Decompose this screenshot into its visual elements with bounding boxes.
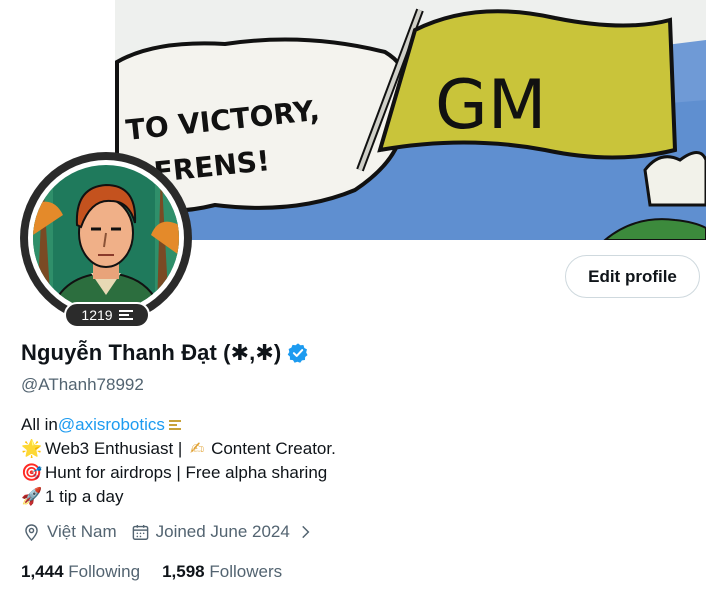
profile-name-row: Nguyễn Thanh Đạt (✱,✱) — [21, 340, 309, 366]
bio-line3-text: Hunt for airdrops | Free alpha sharing — [45, 463, 328, 482]
writing-hand-icon: ✍ — [189, 439, 205, 459]
profile-name: Nguyễn Thanh Đạt (✱,✱) — [21, 340, 282, 365]
avatar-badge: 1219 — [64, 302, 150, 328]
bio-line1-prefix: All in — [21, 415, 58, 434]
bio-line-4: 🚀 1 tip a day — [21, 485, 336, 509]
location-pin-icon — [25, 523, 38, 541]
avatar[interactable]: 1219 — [20, 152, 192, 328]
verified-badge-icon[interactable] — [287, 342, 309, 364]
bio-line4-text: 1 tip a day — [45, 487, 124, 506]
banner-flag-text: GM — [435, 66, 546, 145]
joined-text: Joined June 2024 — [155, 522, 290, 541]
followers-count: 1,598 — [162, 562, 205, 581]
target-icon: 🎯 — [21, 463, 43, 483]
joined-item[interactable]: Joined June 2024 — [131, 522, 314, 542]
profile-handle: @AThanh78992 — [21, 375, 144, 394]
stack-icon — [118, 310, 133, 320]
bio-line-1: All in @axisrobotics — [21, 413, 336, 437]
star-icon: 🌟 — [21, 439, 43, 459]
location-item: Việt Nam — [22, 522, 117, 542]
bio-line-2: 🌟 Web3 Enthusiast | ✍ Content Creator. — [21, 437, 336, 461]
avatar-image[interactable] — [33, 165, 179, 311]
bio-line2-text2: Content Creator. — [211, 439, 336, 458]
page-background-right — [706, 0, 727, 608]
follow-stats: 1,444 Following 1,598 Followers — [21, 562, 282, 582]
following-link[interactable]: 1,444 Following — [21, 562, 140, 582]
profile-bio: All in @axisrobotics 🌟 Web3 Enthusiast |… — [21, 413, 336, 509]
following-count: 1,444 — [21, 562, 64, 581]
bio-line-3: 🎯 Hunt for airdrops | Free alpha sharing — [21, 461, 336, 485]
rocket-icon: 🚀 — [21, 487, 43, 507]
followers-label: Followers — [209, 562, 283, 581]
profile-banner[interactable]: TO VICTORY, FRENS! GM — [115, 0, 706, 240]
following-label: Following — [68, 562, 141, 581]
calendar-icon — [132, 524, 148, 540]
edit-profile-button[interactable]: Edit profile — [565, 255, 700, 298]
profile-meta: Việt Nam Joined June 2024 — [22, 522, 314, 542]
bio-line2-text1: Web3 Enthusiast | — [45, 439, 188, 458]
bio-mention-link[interactable]: @axisrobotics — [58, 413, 165, 437]
stack-icon — [168, 420, 181, 430]
location-text: Việt Nam — [47, 522, 117, 541]
chevron-right-icon[interactable] — [296, 523, 314, 541]
followers-link[interactable]: 1,598 Followers — [162, 562, 282, 582]
avatar-badge-count: 1219 — [81, 307, 113, 323]
